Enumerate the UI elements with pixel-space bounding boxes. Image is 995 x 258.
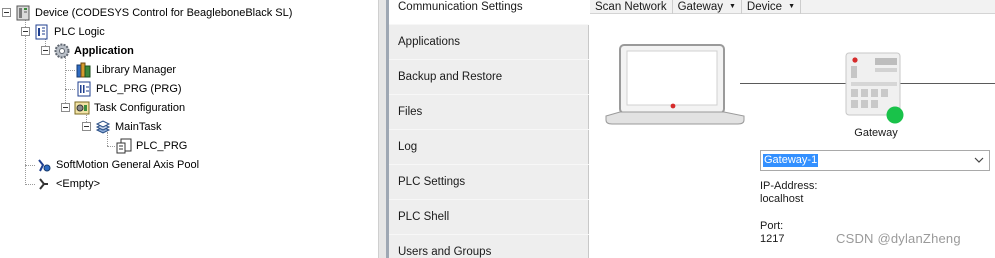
tree-node-library-manager[interactable]: Library Manager [76, 60, 176, 79]
tree-connector [107, 146, 115, 147]
books-icon [76, 62, 92, 78]
tree-connector [65, 70, 75, 71]
tree-node-label: PLC_PRG [136, 139, 188, 152]
tree-node-plc-prg-pou[interactable]: PLC_PRG (PRG) [76, 79, 182, 98]
watermark: CSDN @dylanZheng [836, 231, 961, 246]
tree-node-label: MainTask [115, 120, 162, 133]
collapse-toggle[interactable] [2, 8, 11, 17]
tree-connector [25, 165, 35, 166]
settings-tab-list: Communication Settings Applications Back… [389, 0, 589, 258]
tab-users-and-groups[interactable]: Users and Groups [389, 235, 589, 258]
tab-files[interactable]: Files [389, 95, 589, 130]
tab-label: Applications [398, 36, 461, 48]
gateway-select[interactable]: Gateway-1 [760, 150, 990, 171]
program-call-icon [116, 138, 132, 154]
scan-network-button[interactable]: Scan Network [590, 0, 673, 14]
tree-node-label: <Empty> [56, 177, 101, 190]
tree-node-application[interactable]: Application [41, 41, 134, 60]
tree-node-plc-logic[interactable]: PLC Logic [21, 22, 105, 41]
tab-label: Files [398, 106, 423, 118]
dropdown-caret-icon: ▼ [728, 3, 736, 10]
toolbar-label: Gateway [677, 0, 723, 13]
tree-node-label: PLC Logic [54, 25, 105, 38]
communication-settings-panel: Scan Network Gateway ▼ Device ▼ Gateway [590, 0, 995, 258]
device-menu-button[interactable]: Device ▼ [742, 0, 802, 14]
gateway-select-value: Gateway-1 [763, 154, 819, 167]
device-icon [15, 5, 31, 21]
tab-log[interactable]: Log [389, 130, 589, 165]
tree-node-label: Library Manager [96, 63, 177, 76]
axis-empty-icon [36, 176, 52, 192]
port-value: 1217 [760, 233, 785, 245]
port-label: Port: [760, 220, 784, 232]
tab-label: Users and Groups [398, 246, 492, 258]
gateway-menu-button[interactable]: Gateway ▼ [673, 0, 742, 14]
dropdown-caret-icon: ▼ [788, 3, 796, 10]
gear-icon [54, 43, 70, 59]
plc-logic-icon [34, 24, 50, 40]
tree-node-label: SoftMotion General Axis Pool [56, 158, 200, 171]
pou-icon [76, 81, 92, 97]
tree-node-empty[interactable]: <Empty> [36, 174, 100, 193]
tab-label: Backup and Restore [398, 71, 503, 83]
collapse-toggle[interactable] [82, 122, 91, 131]
collapse-toggle[interactable] [61, 103, 70, 112]
tree-node-task-configuration[interactable]: Task Configuration [61, 98, 185, 117]
tab-communication-settings[interactable]: Communication Settings [389, 0, 589, 25]
tree-connector [25, 18, 26, 183]
tree-node-label: Application [74, 44, 134, 57]
tree-node-device[interactable]: Device (CODESYS Control for BeagleboneBl… [2, 3, 292, 22]
toolbar: Scan Network Gateway ▼ Device ▼ [590, 0, 995, 14]
chevron-down-icon[interactable] [973, 154, 985, 166]
gateway-label: Gateway [854, 127, 898, 139]
tab-label: Log [398, 141, 418, 153]
toolbar-label: Scan Network [595, 0, 667, 13]
toolbar-label: Device [746, 0, 783, 13]
tree-node-plc-prg-call[interactable]: PLC_PRG [116, 136, 187, 155]
tab-label: Communication Settings [398, 1, 523, 13]
tree-node-softmotion-pool[interactable]: SoftMotion General Axis Pool [36, 155, 199, 174]
task-stack-icon [95, 119, 111, 135]
collapse-toggle[interactable] [21, 27, 30, 36]
tab-backup-and-restore[interactable]: Backup and Restore [389, 60, 589, 95]
tree-node-main-task[interactable]: MainTask [82, 117, 161, 136]
tab-label: PLC Settings [398, 176, 466, 188]
tree-connector [25, 184, 35, 185]
tab-label: PLC Shell [398, 211, 450, 223]
device-tree: Device (CODESYS Control for BeagleboneBl… [0, 0, 378, 258]
tab-plc-shell[interactable]: PLC Shell [389, 200, 589, 235]
gateway-device-icon[interactable] [844, 52, 904, 124]
ip-address-label: IP-Address: [760, 180, 818, 192]
tab-applications[interactable]: Applications [389, 25, 589, 60]
laptop-icon [602, 44, 747, 128]
collapse-toggle[interactable] [41, 46, 50, 55]
task-config-icon [74, 100, 90, 116]
ip-address-value: localhost [760, 193, 804, 205]
tree-node-label: PLC_PRG (PRG) [96, 82, 182, 95]
tree-connector [65, 89, 75, 90]
tree-node-label: Device (CODESYS Control for BeagleboneBl… [35, 6, 293, 19]
tab-plc-settings[interactable]: PLC Settings [389, 165, 589, 200]
axis-pool-icon [36, 157, 52, 173]
tree-scrollbar[interactable] [378, 0, 386, 258]
tree-node-label: Task Configuration [94, 101, 186, 114]
